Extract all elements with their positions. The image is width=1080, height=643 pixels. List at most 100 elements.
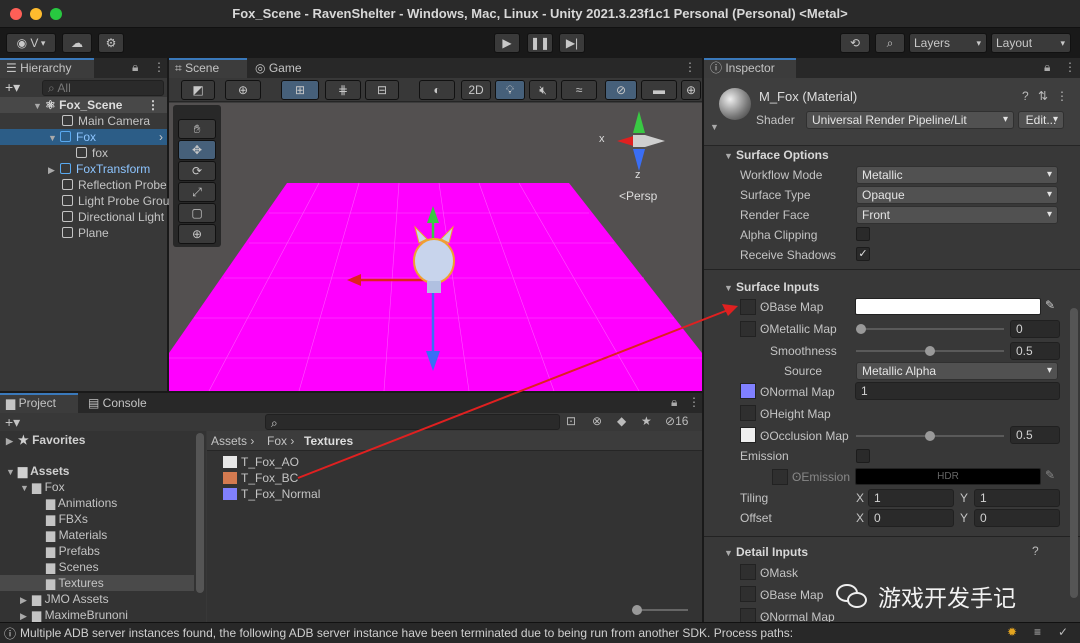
breadcrumb-item[interactable]: Fox › bbox=[267, 433, 294, 449]
zoom-slider-knob[interactable] bbox=[632, 605, 642, 615]
emission-checkbox[interactable] bbox=[856, 449, 870, 463]
file-item[interactable]: T_Fox_AO bbox=[223, 454, 299, 470]
tree-item[interactable]: ▶ ▆ MaximeBrunoni bbox=[20, 607, 128, 623]
hierarchy-item[interactable]: ▶ FoxTransform bbox=[48, 161, 150, 177]
gizmos-button[interactable]: ⊕ bbox=[681, 80, 701, 100]
emission-color-field[interactable]: HDR bbox=[855, 468, 1041, 485]
move-tool[interactable]: ✥ bbox=[178, 140, 216, 160]
layers-dropdown[interactable]: Layers ▾ bbox=[909, 33, 987, 53]
layout-dropdown[interactable]: Layout ▾ bbox=[991, 33, 1071, 53]
hierarchy-item[interactable]: Main Camera bbox=[62, 113, 150, 129]
occlusion-value-field[interactable]: 0.5 bbox=[1010, 426, 1060, 444]
foldout-arrow[interactable]: ▼ bbox=[710, 122, 719, 132]
shader-dropdown[interactable]: Universal Render Pipeline/Lit bbox=[806, 111, 1014, 129]
surface-type-dropdown[interactable]: Opaque bbox=[856, 186, 1058, 204]
cloud-button[interactable]: ☁ bbox=[62, 33, 92, 53]
hierarchy-item[interactable]: Light Probe Grou bbox=[62, 193, 169, 209]
search-button[interactable]: ⌕ bbox=[875, 33, 905, 53]
tree-item[interactable]: ▆ Materials bbox=[46, 527, 107, 543]
tree-item[interactable]: ▆ FBXs bbox=[46, 511, 88, 527]
scene-menu-icon[interactable]: ⋮ bbox=[147, 97, 159, 113]
tab-scene[interactable]: ⌗ Scene bbox=[169, 58, 247, 78]
detail-normal-map-slot[interactable] bbox=[740, 608, 756, 622]
hierarchy-item-selected[interactable]: ▼ Fox › bbox=[0, 129, 167, 145]
alpha-clipping-checkbox[interactable] bbox=[856, 227, 870, 241]
label-icon[interactable]: ◆ bbox=[617, 414, 626, 428]
history-button[interactable]: ⟲ bbox=[840, 33, 870, 53]
assets-folder[interactable]: ▼ ▆ Assets bbox=[6, 463, 69, 479]
more-icon[interactable]: ⋮ bbox=[684, 60, 696, 74]
more-icon[interactable]: ⋮ bbox=[688, 395, 700, 409]
transform-tool[interactable]: ⊕ bbox=[178, 224, 216, 244]
camera-button[interactable]: ▬ bbox=[641, 80, 677, 100]
occlusion-slider[interactable] bbox=[856, 431, 1004, 445]
tree-item[interactable]: ▆ Animations bbox=[46, 495, 117, 511]
render-face-dropdown[interactable]: Front bbox=[856, 206, 1058, 224]
status-message[interactable]: Multiple ADB server instances found, the… bbox=[20, 625, 1000, 641]
hand-tool[interactable]: ✋︎ bbox=[178, 119, 216, 139]
detail-mask-slot[interactable] bbox=[740, 564, 756, 580]
tree-item[interactable]: ▆ Scenes bbox=[46, 559, 99, 575]
smoothness-value-field[interactable]: 0.5 bbox=[1010, 342, 1060, 360]
more-icon[interactable]: ⋮ bbox=[153, 60, 165, 74]
receive-shadows-checkbox[interactable]: ✓ bbox=[856, 247, 870, 261]
hierarchy-item[interactable]: Plane bbox=[62, 225, 109, 241]
cache-icon[interactable]: ≡ bbox=[1034, 625, 1041, 639]
tree-item[interactable]: ▼ ▆ Fox bbox=[20, 479, 65, 495]
normal-strength-field[interactable]: 1 bbox=[855, 382, 1060, 400]
rect-tool[interactable]: ▢ bbox=[178, 203, 216, 223]
help-icon[interactable]: ? bbox=[1022, 89, 1029, 103]
hidden-packages-toggle[interactable]: ⊘16 bbox=[665, 414, 688, 428]
surface-inputs-header[interactable]: ▼ Surface Inputs bbox=[724, 279, 819, 295]
lighting-toggle[interactable]: 💡︎ bbox=[495, 80, 525, 100]
more-icon[interactable]: ⋮ bbox=[1056, 89, 1068, 103]
bug-icon[interactable]: ✹ bbox=[1007, 625, 1017, 639]
tiling-y-field[interactable]: 1 bbox=[974, 489, 1060, 507]
shading-mode-button[interactable]: ◐ bbox=[419, 80, 455, 100]
tab-console[interactable]: ▤ Console bbox=[82, 393, 162, 413]
favorites-folder[interactable]: ▶ ★ Favorites bbox=[6, 432, 85, 448]
occlusion-map-slot[interactable] bbox=[740, 427, 756, 443]
hierarchy-item[interactable]: fox bbox=[76, 145, 108, 161]
file-item[interactable]: T_Fox_Normal bbox=[223, 486, 320, 502]
tab-project[interactable]: ▆ Project bbox=[0, 393, 78, 413]
draw-mode-button[interactable]: ◩ bbox=[181, 80, 215, 100]
source-dropdown[interactable]: Metallic Alpha bbox=[856, 362, 1058, 380]
orientation-gizmo[interactable]: x z <Persp bbox=[599, 111, 679, 211]
help-icon[interactable]: ? bbox=[1032, 544, 1039, 558]
progress-icon[interactable]: ✓ bbox=[1058, 625, 1068, 639]
tree-item-selected[interactable]: ▆ Textures bbox=[0, 575, 194, 591]
grid-snapping-button[interactable]: ⊞ bbox=[281, 80, 319, 100]
add-object-button[interactable]: +▾ bbox=[5, 79, 20, 96]
rotate-tool[interactable]: ⟳ bbox=[178, 161, 216, 181]
breadcrumb-item[interactable]: Assets › bbox=[211, 433, 254, 449]
base-map-slot[interactable] bbox=[740, 299, 756, 315]
increment-snap-button[interactable]: ⋕ bbox=[325, 80, 361, 100]
metallic-slider-knob[interactable] bbox=[856, 324, 866, 334]
lock-icon[interactable]: 🔒︎ bbox=[671, 395, 677, 410]
tab-inspector[interactable]: ⓘ Inspector bbox=[704, 58, 796, 78]
occlusion-slider-knob[interactable] bbox=[925, 431, 935, 441]
workflow-mode-dropdown[interactable]: Metallic bbox=[856, 166, 1058, 184]
emission-map-slot[interactable] bbox=[772, 469, 788, 485]
inspector-scrollbar[interactable] bbox=[1070, 308, 1078, 598]
metallic-slider[interactable] bbox=[856, 324, 1004, 338]
play-button[interactable]: ▶ bbox=[494, 33, 520, 53]
2d-toggle[interactable]: 2D bbox=[461, 80, 491, 100]
create-asset-button[interactable]: +▾ bbox=[5, 414, 20, 431]
search-by-type-icon[interactable]: ⊡ bbox=[566, 414, 576, 428]
zoom-slider[interactable] bbox=[632, 605, 688, 615]
tab-hierarchy[interactable]: ☰ Hierarchy bbox=[0, 58, 94, 78]
normal-map-slot[interactable] bbox=[740, 383, 756, 399]
perspective-label[interactable]: <Persp bbox=[619, 189, 657, 203]
lock-icon[interactable]: 🔒︎ bbox=[1044, 60, 1050, 75]
project-search-input[interactable]: ⌕ bbox=[265, 414, 560, 430]
tree-scrollbar[interactable] bbox=[196, 433, 204, 593]
tab-game[interactable]: ◎ Game bbox=[249, 58, 319, 78]
audio-toggle[interactable]: 🔇︎ bbox=[529, 80, 557, 100]
smoothness-slider-knob[interactable] bbox=[925, 346, 935, 356]
collab-button[interactable]: ⚙ bbox=[98, 33, 124, 53]
surface-options-header[interactable]: ▼ Surface Options bbox=[724, 147, 829, 163]
height-map-slot[interactable] bbox=[740, 405, 756, 421]
eyedropper-icon[interactable]: ✎ bbox=[1045, 298, 1055, 312]
